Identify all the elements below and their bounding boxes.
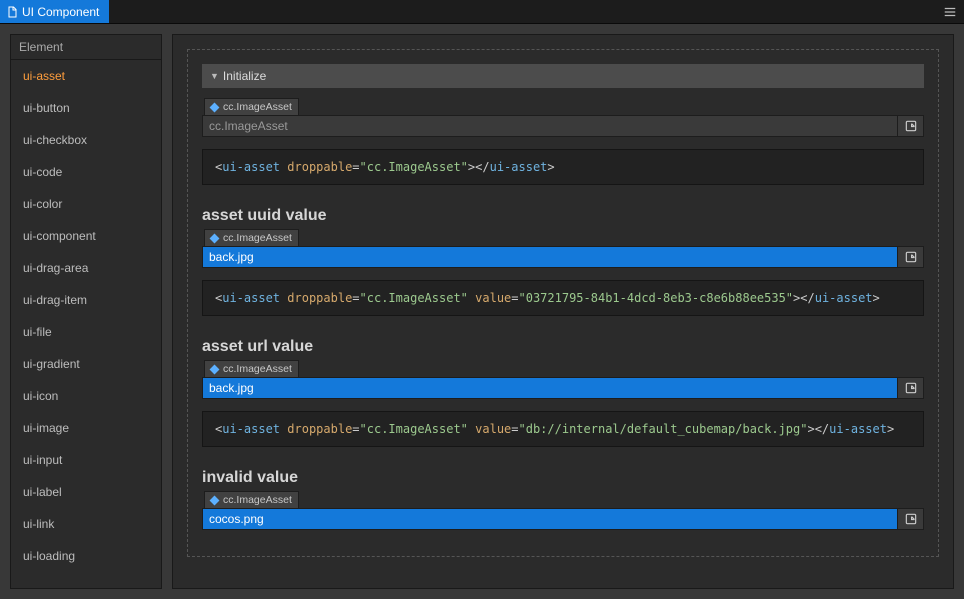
diamond-icon [210,102,220,112]
asset-input-row[interactable]: back.jpg [202,377,924,399]
sidebar: Element ui-assetui-buttonui-checkboxui-c… [10,34,162,589]
asset-field: cc.ImageAssetback.jpg [202,229,924,268]
tab-bar: UI Component [0,0,964,24]
asset-picker-button[interactable] [897,509,923,529]
chevron-down-icon: ▼ [210,71,219,81]
picker-icon [904,119,918,133]
examples-container: ▼ Initialize cc.ImageAssetcc.ImageAsset<… [187,49,939,557]
asset-input-row[interactable]: back.jpg [202,246,924,268]
sidebar-item-ui-color[interactable]: ui-color [11,188,161,220]
sidebar-item-ui-file[interactable]: ui-file [11,316,161,348]
sidebar-item-ui-icon[interactable]: ui-icon [11,380,161,412]
tab-ui-component[interactable]: UI Component [0,0,109,23]
example-title: invalid value [202,469,924,487]
code-snippet: <ui-asset droppable="cc.ImageAsset"></ui… [202,149,924,185]
diamond-icon [210,495,220,505]
asset-type-badge: cc.ImageAsset [204,98,299,115]
picker-icon [904,512,918,526]
example-title: asset url value [202,338,924,356]
sidebar-header: Element [11,35,161,60]
asset-field: cc.ImageAssetcocos.png [202,491,924,530]
sidebar-item-ui-image[interactable]: ui-image [11,412,161,444]
asset-type-badge: cc.ImageAsset [204,229,299,246]
picker-icon [904,250,918,264]
asset-input-row[interactable]: cocos.png [202,508,924,530]
asset-input-row[interactable]: cc.ImageAsset [202,115,924,137]
section-collapse-header[interactable]: ▼ Initialize [202,64,924,88]
sidebar-item-ui-label[interactable]: ui-label [11,476,161,508]
sidebar-item-ui-loading[interactable]: ui-loading [11,540,161,572]
sidebar-item-ui-checkbox[interactable]: ui-checkbox [11,124,161,156]
asset-field: cc.ImageAssetcc.ImageAsset [202,98,924,137]
menu-icon [943,5,957,19]
menu-button[interactable] [936,0,964,23]
sidebar-item-ui-button[interactable]: ui-button [11,92,161,124]
sidebar-item-ui-drag-item[interactable]: ui-drag-item [11,284,161,316]
workspace: Element ui-assetui-buttonui-checkboxui-c… [0,24,964,599]
asset-picker-button[interactable] [897,116,923,136]
diamond-icon [210,364,220,374]
picker-icon [904,381,918,395]
sidebar-item-ui-component[interactable]: ui-component [11,220,161,252]
sidebar-item-ui-input[interactable]: ui-input [11,444,161,476]
sidebar-item-ui-gradient[interactable]: ui-gradient [11,348,161,380]
sidebar-item-ui-link[interactable]: ui-link [11,508,161,540]
asset-type-badge: cc.ImageAsset [204,491,299,508]
sidebar-item-ui-code[interactable]: ui-code [11,156,161,188]
sidebar-item-ui-asset[interactable]: ui-asset [11,60,161,92]
tab-title: UI Component [22,5,99,19]
sidebar-item-ui-drag-area[interactable]: ui-drag-area [11,252,161,284]
main-scroll[interactable]: ▼ Initialize cc.ImageAssetcc.ImageAsset<… [173,35,953,588]
example-title: asset uuid value [202,207,924,225]
asset-type-badge: cc.ImageAsset [204,360,299,377]
asset-value[interactable]: back.jpg [203,247,897,267]
asset-value[interactable]: back.jpg [203,378,897,398]
code-snippet: <ui-asset droppable="cc.ImageAsset" valu… [202,280,924,316]
asset-value[interactable]: cc.ImageAsset [203,116,897,136]
sidebar-list[interactable]: ui-assetui-buttonui-checkboxui-codeui-co… [11,60,161,588]
asset-picker-button[interactable] [897,247,923,267]
asset-field: cc.ImageAssetback.jpg [202,360,924,399]
asset-picker-button[interactable] [897,378,923,398]
main-panel: ▼ Initialize cc.ImageAssetcc.ImageAsset<… [172,34,954,589]
file-icon [6,5,18,19]
asset-value[interactable]: cocos.png [203,509,897,529]
code-snippet: <ui-asset droppable="cc.ImageAsset" valu… [202,411,924,447]
section-title: Initialize [223,69,266,83]
diamond-icon [210,233,220,243]
